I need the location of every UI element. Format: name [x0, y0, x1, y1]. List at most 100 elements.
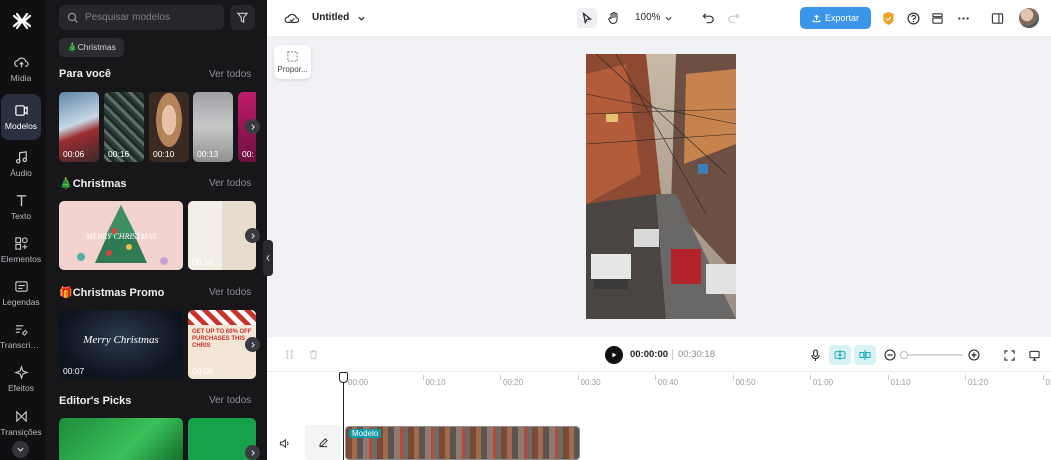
- total-time: 00:30:18: [678, 349, 715, 360]
- timeline-clip[interactable]: Modelo: [345, 426, 580, 460]
- duration-label: 00:16: [192, 257, 214, 267]
- slider-knob[interactable]: [900, 351, 908, 359]
- cloud-save-icon[interactable]: [283, 10, 301, 26]
- caption-preview-button[interactable]: [1027, 348, 1041, 362]
- playhead-handle[interactable]: [339, 372, 348, 383]
- collapse-panel-button[interactable]: [263, 240, 273, 276]
- video-preview[interactable]: [586, 54, 736, 319]
- app-logo-icon[interactable]: [11, 10, 33, 32]
- magnet-toggle[interactable]: [829, 345, 851, 365]
- aspect-ratio-button[interactable]: Propor...: [274, 45, 311, 79]
- monitor-icon: [1028, 350, 1040, 361]
- rail-item-transicoes[interactable]: Transições: [0, 400, 42, 446]
- track-audio-button[interactable]: [277, 436, 291, 450]
- avatar[interactable]: [1019, 8, 1039, 28]
- hand-icon: [608, 11, 618, 25]
- duration-label: 00:08: [192, 366, 214, 376]
- template-thumbnail[interactable]: MERRY CHRISTMAS: [59, 201, 183, 270]
- ruler-tick-label: 00:40: [658, 378, 679, 387]
- template-thumbnail[interactable]: [59, 418, 183, 460]
- zoom-level[interactable]: 100%: [635, 12, 661, 23]
- rail-label: Mídia: [10, 73, 32, 83]
- rail-expand-button[interactable]: [12, 441, 29, 458]
- fullscreen-button[interactable]: [1002, 348, 1016, 362]
- rail-label: Elementos: [0, 254, 42, 264]
- search-box[interactable]: [59, 5, 224, 30]
- layers-icon[interactable]: [929, 10, 945, 26]
- svg-text:Merry Christmas: Merry Christmas: [82, 334, 158, 346]
- ruler-tick-mark: [500, 375, 501, 380]
- fullscreen-icon: [1003, 349, 1015, 361]
- template-thumbnail[interactable]: 00:10: [149, 92, 189, 162]
- redo-button[interactable]: [725, 10, 741, 26]
- snap-toggle[interactable]: [854, 345, 876, 365]
- play-button[interactable]: [605, 346, 623, 364]
- shield-icon[interactable]: [881, 10, 896, 26]
- link-icon: [834, 350, 846, 360]
- rail-item-efeitos[interactable]: Efeitos: [1, 356, 41, 402]
- section-title: 🎄Christmas: [59, 178, 127, 190]
- undo-icon: [702, 12, 714, 23]
- delete-icon[interactable]: [306, 347, 320, 361]
- export-label: Exportar: [824, 13, 859, 23]
- carousel-next-button[interactable]: [245, 337, 260, 352]
- project-title[interactable]: Untitled: [312, 12, 349, 23]
- zoom-out-button[interactable]: [883, 348, 897, 362]
- carousel-next-button[interactable]: [245, 228, 260, 243]
- carousel-next-button[interactable]: [245, 445, 260, 460]
- timeline-zoom-slider[interactable]: [900, 351, 963, 359]
- ruler-tick-mark: [810, 375, 811, 380]
- split-icon[interactable]: [282, 347, 296, 361]
- split-view-icon[interactable]: [989, 10, 1005, 26]
- duration-label: 00:16: [108, 149, 130, 159]
- player-bar: 00:00:00 00:30:18: [267, 337, 1051, 372]
- zoom-in-button[interactable]: [967, 348, 981, 362]
- hand-tool-button[interactable]: [605, 9, 623, 27]
- see-all-link[interactable]: Ver todos: [209, 178, 251, 189]
- see-all-link[interactable]: Ver todos: [209, 395, 251, 406]
- ruler-tick-mark: [422, 375, 424, 380]
- ruler-tick-label: 00:00: [348, 378, 369, 387]
- see-all-link[interactable]: Ver todos: [209, 69, 251, 80]
- rail-label: Transcrição: [0, 340, 42, 350]
- rail-item-texto[interactable]: Texto: [1, 184, 41, 230]
- rail-item-transcricao[interactable]: Transcrição: [0, 313, 42, 359]
- track-edit-button[interactable]: [305, 425, 341, 460]
- left-rail: Mídia Modelos Áudio Texto Elementos Lege…: [0, 0, 46, 460]
- timeline[interactable]: 00:00 00:10 00:20 00:30 00:40 00:50 01:00 01:10…: [267, 372, 1051, 460]
- text-icon: [16, 195, 26, 207]
- help-icon[interactable]: [905, 10, 921, 26]
- rail-item-midia[interactable]: Mídia: [1, 46, 41, 92]
- search-input[interactable]: [84, 12, 224, 23]
- chevron-down-icon: [17, 447, 24, 452]
- duration-label: 00:06: [63, 149, 85, 159]
- ruler-tick-label: 01:20: [968, 378, 989, 387]
- chevron-left-icon: [266, 255, 270, 261]
- ruler-tick-mark: [965, 375, 966, 380]
- undo-button[interactable]: [700, 10, 716, 26]
- microphone-icon[interactable]: [808, 347, 822, 363]
- export-button[interactable]: Exportar: [800, 7, 871, 29]
- playhead[interactable]: [343, 372, 344, 460]
- shapes-icon: [14, 237, 28, 250]
- template-thumbnail[interactable]: Merry Christmas 00:07: [59, 310, 183, 379]
- top-bar: Untitled 100% Exportar: [267, 0, 1051, 37]
- select-tool-button[interactable]: [577, 8, 597, 28]
- template-thumbnail[interactable]: 00:16: [104, 92, 144, 162]
- rail-label: Áudio: [10, 168, 32, 178]
- chevron-down-icon[interactable]: [663, 13, 673, 23]
- rail-item-legendas[interactable]: Legendas: [1, 270, 41, 316]
- see-all-link[interactable]: Ver todos: [209, 287, 251, 298]
- rail-item-audio[interactable]: Áudio: [1, 141, 41, 187]
- carousel-next-button[interactable]: [245, 119, 260, 134]
- tag-chip[interactable]: 🎄Christmas: [59, 38, 124, 57]
- more-icon[interactable]: [955, 10, 971, 26]
- rail-item-elementos[interactable]: Elementos: [1, 227, 41, 273]
- template-thumbnail[interactable]: 00:06: [59, 92, 99, 162]
- duration-label: 00:10: [153, 149, 175, 159]
- rail-item-modelos[interactable]: Modelos: [1, 94, 41, 140]
- section-title: 🎁Christmas Promo: [59, 287, 165, 299]
- chevron-down-icon[interactable]: [356, 13, 366, 23]
- filter-button[interactable]: [230, 5, 255, 30]
- template-thumbnail[interactable]: 00:13: [193, 92, 233, 162]
